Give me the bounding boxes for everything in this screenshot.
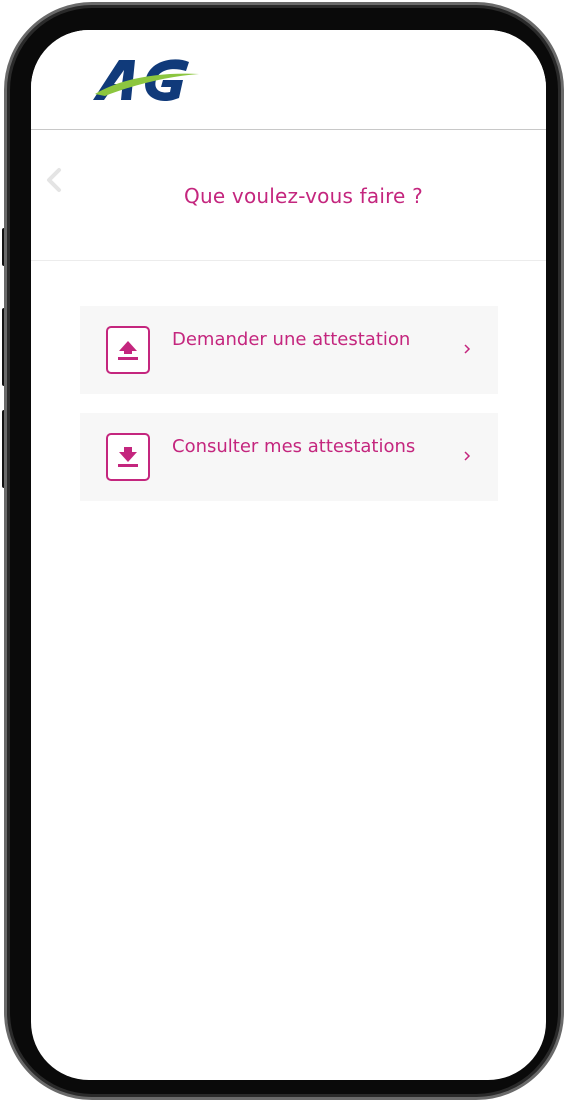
device-stage: Que voulez-vous faire ? Demander une att… <box>0 0 568 1102</box>
download-icon <box>106 433 150 481</box>
view-certificates-item[interactable]: Consulter mes attestations <box>80 413 498 501</box>
ag-logo <box>93 59 199 102</box>
menu-item-label: Consulter mes attestations <box>172 436 416 457</box>
request-certificate-item[interactable]: Demander une attestation <box>80 306 498 394</box>
phone-screen: Que voulez-vous faire ? Demander une att… <box>31 30 546 1080</box>
page-title: Que voulez-vous faire ? <box>31 184 546 208</box>
chevron-right-icon <box>464 344 471 354</box>
menu-item-label: Demander une attestation <box>172 329 411 350</box>
page-title-text: Que voulez-vous faire ? <box>184 184 423 208</box>
action-menu: Demander une attestation Consulter mes a… <box>80 306 498 520</box>
chevron-right-icon <box>464 451 471 461</box>
app-header <box>31 30 546 130</box>
title-bar: Que voulez-vous faire ? <box>31 130 546 261</box>
upload-icon <box>106 326 150 374</box>
